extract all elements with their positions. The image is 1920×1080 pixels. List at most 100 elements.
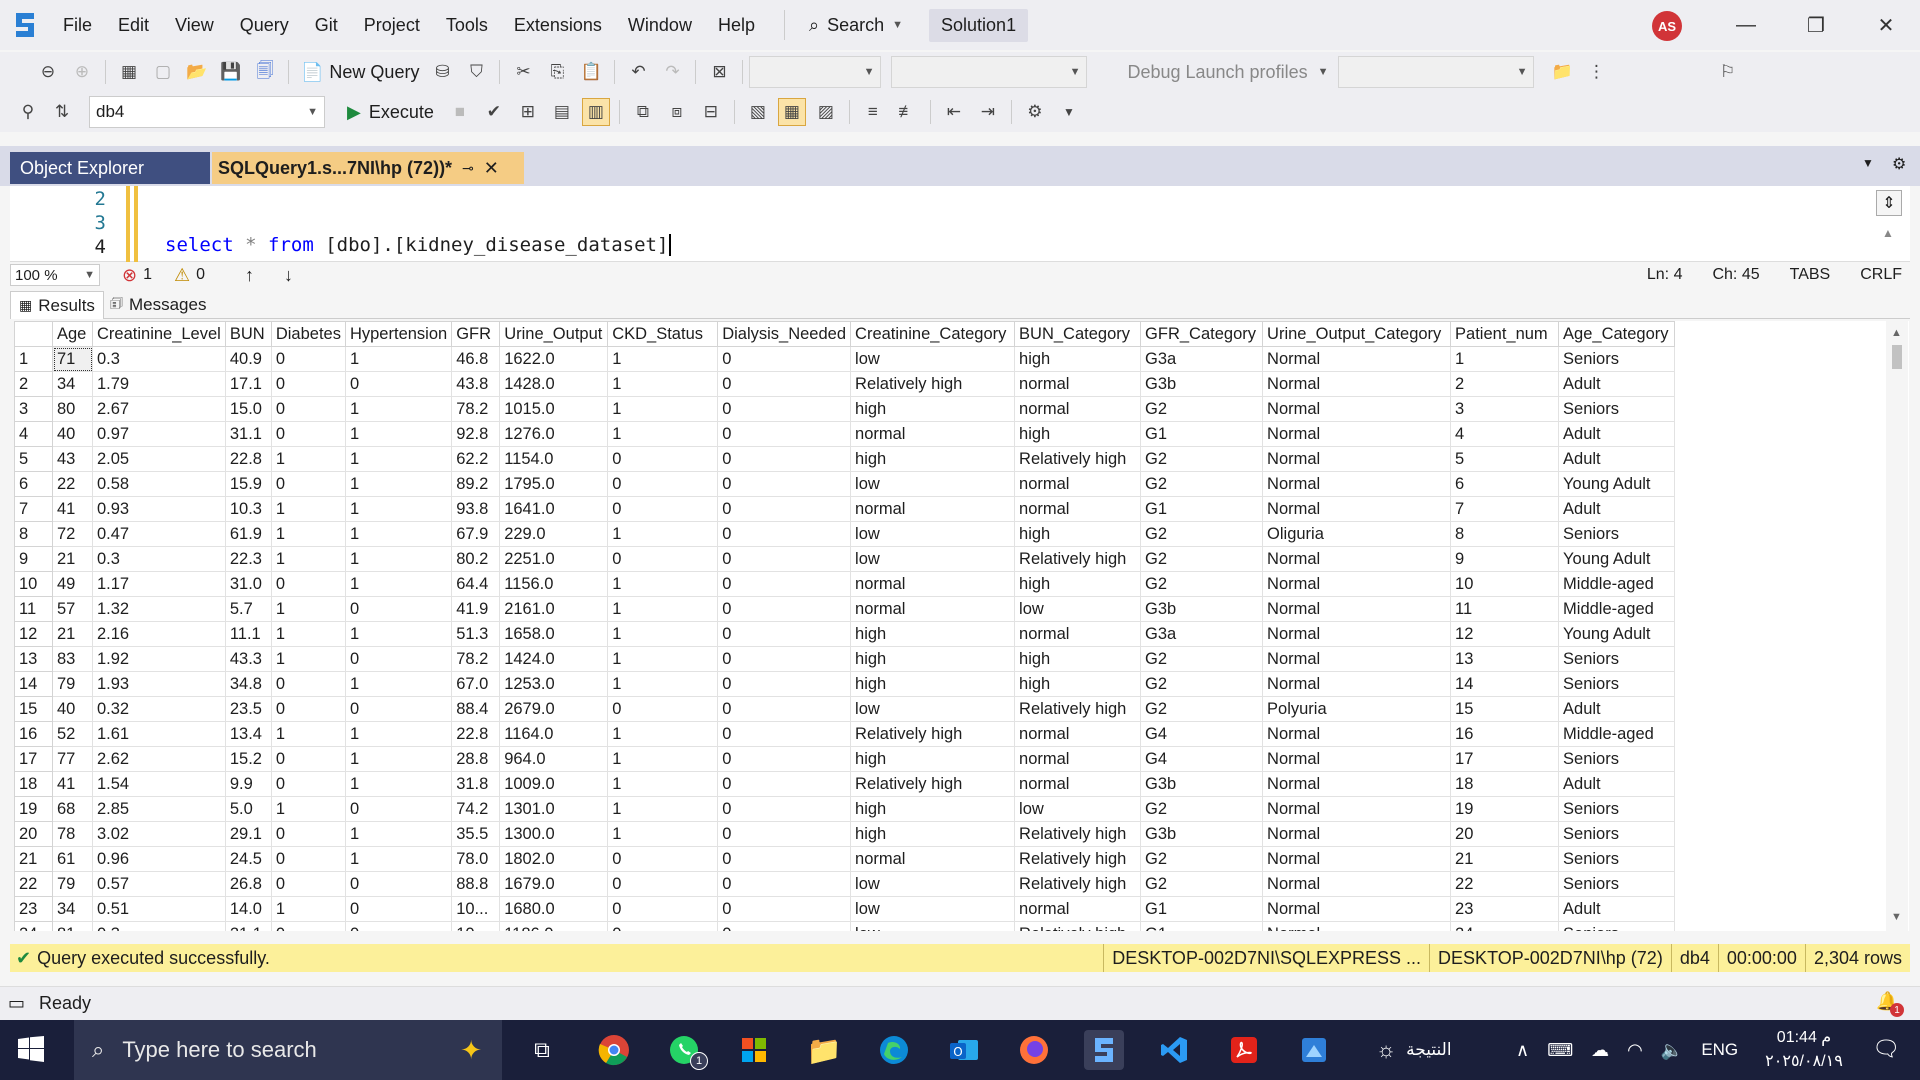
grid-cell[interactable]: 0.51 [92,896,226,922]
grid-cell[interactable]: 0 [344,696,453,722]
grid-cell[interactable]: 10.3 [224,496,272,522]
grid-cell[interactable]: 1 [344,771,453,797]
grid-cell[interactable]: 43 [52,446,93,472]
grid-cell[interactable]: 88.8 [451,871,501,897]
grid-cell[interactable]: normal [1014,371,1142,397]
grid-cell[interactable]: 1301.0 [499,796,609,822]
grid-cell[interactable]: 1 [607,821,719,847]
grid-cell[interactable]: 0 [270,821,346,847]
row-number[interactable]: 2 [14,371,53,397]
grid-cell[interactable]: Seniors [1558,796,1676,822]
grid-cell[interactable]: 0 [270,846,346,872]
grid-cell[interactable]: normal [850,496,1016,522]
grid-cell[interactable]: Normal [1262,746,1452,772]
forward-icon[interactable]: ⊕ [68,58,96,86]
grid-cell[interactable]: 1 [344,621,453,647]
row-number[interactable]: 8 [14,521,53,547]
grid-cell[interactable]: 46.8 [451,346,501,372]
grid-cell[interactable]: 6 [1450,471,1560,497]
grid-cell[interactable]: 0 [717,471,852,497]
grid-cell[interactable]: G2 [1140,471,1264,497]
grid-cell[interactable]: Adult [1558,446,1676,472]
grid-cell[interactable]: 1 [344,446,453,472]
open-file-icon[interactable]: 📂 [183,58,211,86]
grid-cell[interactable]: 0 [270,696,346,722]
actual-plan-icon[interactable]: ⧉ [629,98,657,126]
grid-cell[interactable]: high [1014,571,1142,597]
grid-cell[interactable]: 1 [344,671,453,697]
grid-cell[interactable]: 1 [344,846,453,872]
grid-cell[interactable]: Relatively high [1014,696,1142,722]
grid-cell[interactable]: 0.93 [92,496,226,522]
grid-cell[interactable]: 0.3 [92,546,226,572]
grid-cell[interactable]: high [850,796,1016,822]
grid-cell[interactable]: normal [850,571,1016,597]
grid-cell[interactable]: 1 [607,396,719,422]
redo-icon[interactable]: ↷ [658,58,686,86]
grid-cell[interactable]: 0 [344,921,453,931]
grid-cell[interactable]: 3.02 [92,821,226,847]
grid-cell[interactable]: 1.61 [92,721,226,747]
grid-cell[interactable]: 0 [270,346,346,372]
grid-cell[interactable]: Seniors [1558,921,1676,931]
grid-cell[interactable]: 22 [1450,871,1560,897]
close-tab-icon[interactable]: ✕ [484,158,499,179]
grid-cell[interactable]: 24 [1450,921,1560,931]
grid-cell[interactable]: Oliguria [1262,521,1452,547]
grid-cell[interactable]: G3b [1140,821,1264,847]
grid-cell[interactable]: 1 [270,646,346,672]
grid-cell[interactable]: 0 [270,571,346,597]
grid-cell[interactable]: 1154.0 [499,446,609,472]
grid-cell[interactable]: 1156.0 [499,571,609,597]
grid-cell[interactable]: G2 [1140,846,1264,872]
paste-icon[interactable]: 📋 [577,58,605,86]
toolbar-more-icon[interactable]: ▼ [1055,98,1083,126]
estimated-plan-icon[interactable]: ⊞ [514,98,542,126]
analysis-query-icon[interactable]: ⛉ [462,58,490,86]
menu-git[interactable]: Git [302,0,351,50]
grid-cell[interactable]: 1 [607,796,719,822]
grid-cell[interactable]: 21 [52,546,93,572]
grid-cell[interactable]: Normal [1262,471,1452,497]
grid-cell[interactable]: 1424.0 [499,646,609,672]
windows-start-icon[interactable] [18,1036,44,1067]
grid-cell[interactable]: 26.8 [224,871,272,897]
menu-project[interactable]: Project [351,0,433,50]
row-number[interactable]: 10 [14,571,53,597]
task-view-icon[interactable]: ⧉ [522,1030,562,1070]
row-number[interactable]: 17 [14,746,53,772]
new-project-icon[interactable]: ▦ [115,58,143,86]
grid-cell[interactable]: 0 [717,571,852,597]
grid-cell[interactable]: normal [850,596,1016,622]
grid-cell[interactable]: 21 [52,621,93,647]
grid-cell[interactable]: high [850,821,1016,847]
grid-cell[interactable]: G3b [1140,371,1264,397]
grid-cell[interactable]: 22 [52,471,93,497]
grid-cell[interactable]: G2 [1140,446,1264,472]
grid-cell[interactable]: Normal [1262,371,1452,397]
grid-cell[interactable]: Seniors [1558,871,1676,897]
grid-cell[interactable]: 21 [1450,846,1560,872]
user-avatar[interactable]: AS [1652,11,1682,41]
grid-cell[interactable]: low [850,346,1016,372]
copy-icon[interactable]: ⎘ [543,58,571,86]
grid-cell[interactable]: Adult [1558,896,1676,922]
grid-cell[interactable]: 1428.0 [499,371,609,397]
results-grid[interactable]: Age Creatinine_Level BUN Diabetes Hypertensi… [14,321,1909,931]
grid-cell[interactable]: 0 [607,446,719,472]
grid-cell[interactable]: normal [1014,396,1142,422]
grid-cell[interactable]: 15.0 [224,396,272,422]
grid-cell[interactable]: 5.7 [224,596,272,622]
tab-sql-query[interactable]: SQLQuery1.s...7NI\hp (72))* ⊸ ✕ [212,152,524,184]
grid-cell[interactable]: 0 [717,546,852,572]
restore-icon[interactable]: ❐ [1786,0,1846,50]
back-icon[interactable]: ⊖ [34,58,62,86]
grid-cell[interactable]: 31.8 [451,771,501,797]
grid-cell[interactable]: 1 [607,746,719,772]
grid-cell[interactable]: 61 [52,846,93,872]
grid-cell[interactable]: 15.2 [224,746,272,772]
grid-cell[interactable]: G2 [1140,671,1264,697]
row-number[interactable]: 13 [14,646,53,672]
grid-cell[interactable]: G2 [1140,396,1264,422]
language-indicator[interactable]: ENG [1701,1040,1738,1060]
